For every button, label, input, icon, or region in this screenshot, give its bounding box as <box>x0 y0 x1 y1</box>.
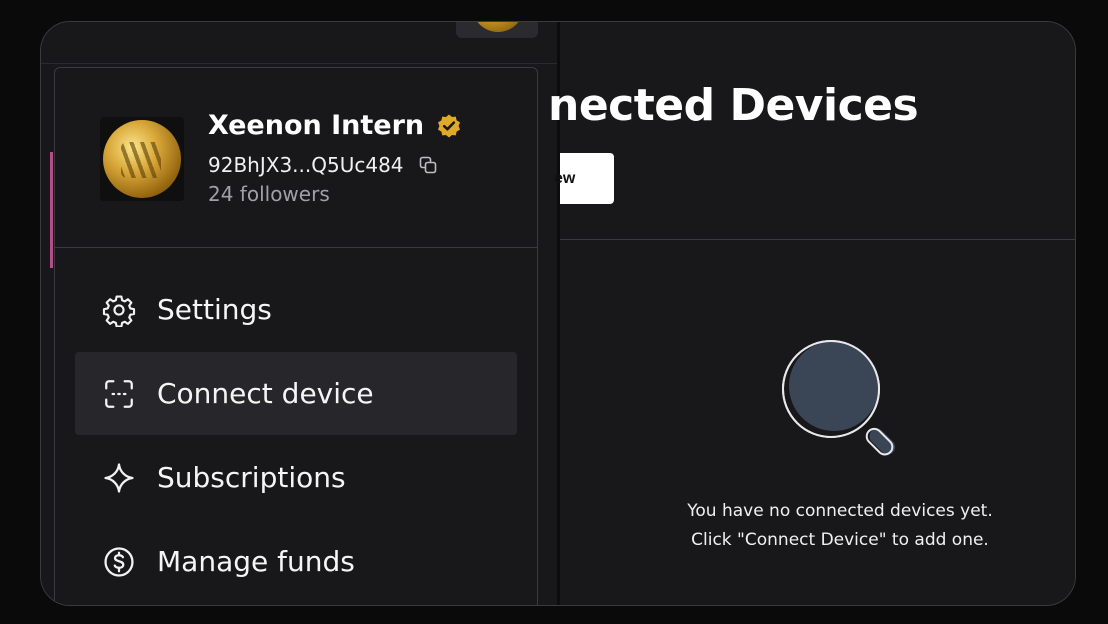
menu-item-manage-funds[interactable]: Manage funds <box>75 520 517 603</box>
profile-card: Xeenon Intern 92BhJX3...Q5Uc484 24 follo… <box>55 68 537 248</box>
account-dropdown-menu: Xeenon Intern 92BhJX3...Q5Uc484 24 follo… <box>54 67 538 605</box>
menu-item-settings[interactable]: Settings <box>75 268 517 351</box>
menu-item-connect-device[interactable]: Connect device <box>75 352 517 435</box>
main-content: nected Devices ew You have no connected … <box>548 22 1075 605</box>
avatar[interactable] <box>100 117 184 201</box>
gear-icon <box>101 292 137 328</box>
menu-item-label: Settings <box>157 293 272 326</box>
new-button-label: ew <box>554 169 576 187</box>
section-divider <box>560 239 1075 240</box>
profile-name-row: Xeenon Intern <box>208 110 462 141</box>
menu-item-subscriptions[interactable]: Subscriptions <box>75 436 517 519</box>
app-window: nected Devices ew You have no connected … <box>40 21 1076 606</box>
scan-frame-icon <box>101 376 137 412</box>
magnifier-icon <box>782 340 896 456</box>
profile-name: Xeenon Intern <box>208 110 425 141</box>
verified-badge-icon <box>438 114 461 137</box>
page-title: nected Devices <box>548 80 919 131</box>
menu-item-label: Subscriptions <box>157 461 346 494</box>
active-indicator <box>50 152 53 268</box>
header-avatar[interactable] <box>456 22 538 38</box>
wallet-address: 92BhJX3...Q5Uc484 <box>208 153 404 177</box>
follower-count: 24 followers <box>208 182 330 206</box>
wallet-address-row: 92BhJX3...Q5Uc484 <box>208 153 438 177</box>
top-bar <box>41 22 557 64</box>
empty-state-line2: Click "Connect Device" to add one. <box>691 530 989 550</box>
empty-state-line1: You have no connected devices yet. <box>687 501 993 521</box>
new-button[interactable]: ew <box>554 153 614 204</box>
sparkle-icon <box>101 460 137 496</box>
menu-item-label: Connect device <box>157 377 374 410</box>
menu-item-label: Manage funds <box>157 545 355 578</box>
dollar-circle-icon <box>101 544 137 580</box>
copy-icon[interactable] <box>418 155 438 175</box>
